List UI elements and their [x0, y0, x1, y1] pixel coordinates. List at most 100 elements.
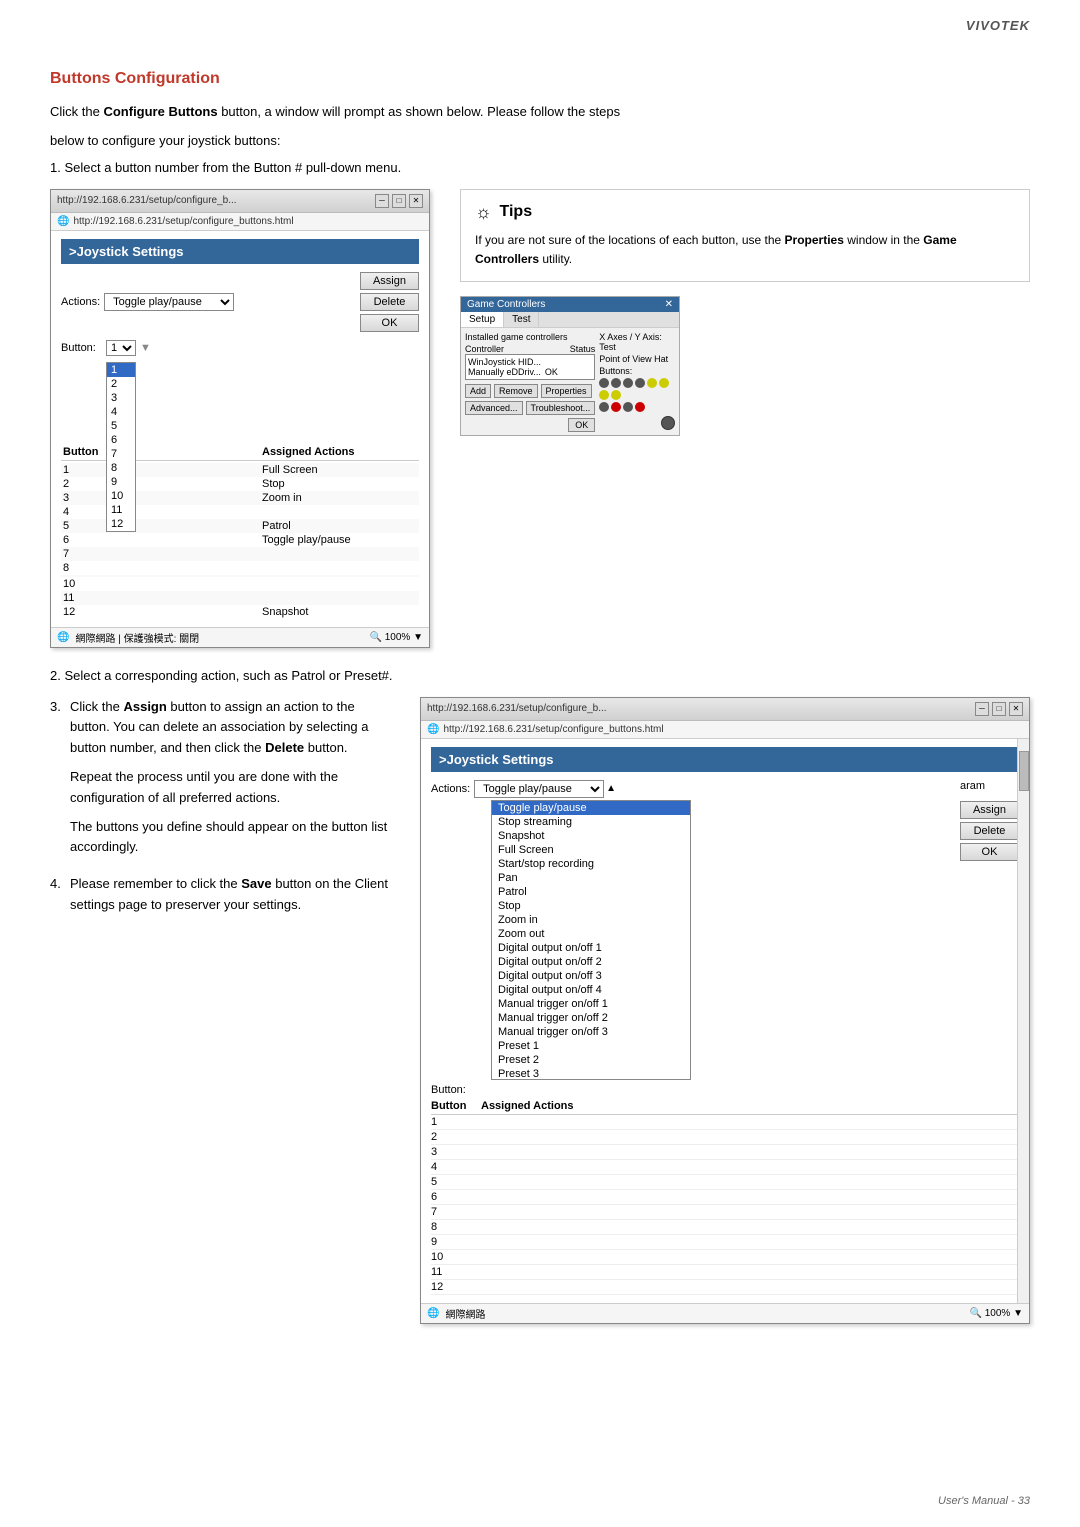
dd-action-7[interactable]: Patrol [492, 885, 690, 899]
browser-maximize-btn-2[interactable]: □ [992, 702, 1006, 716]
dd-action-14[interactable]: Digital output on/off 4 [492, 983, 690, 997]
dd-action-6[interactable]: Pan [492, 871, 690, 885]
browser-controls-1[interactable]: ─ □ ✕ [375, 194, 423, 208]
step4-num: 4. [50, 874, 70, 916]
dd-action-18[interactable]: Preset 1 [492, 1039, 690, 1053]
gc-btn-circle-1 [599, 378, 609, 388]
dd-action-8[interactable]: Stop [492, 899, 690, 913]
th2-button: Button [431, 1100, 481, 1112]
actions-left: Actions: Toggle play/pause ▲ Toggle play… [431, 780, 950, 1080]
step3-content: Click the Assign button to assign an act… [70, 697, 390, 859]
browser-close-btn-2[interactable]: ✕ [1009, 702, 1023, 716]
step3-para3: The buttons you define should appear on … [70, 817, 390, 859]
step3-item: 3. Click the Assign button to assign an … [50, 697, 390, 859]
gc-add-btn[interactable]: Add [465, 384, 491, 398]
table-row-2-9: 9 [431, 1235, 1019, 1250]
dd-action-1[interactable]: Toggle play/pause [492, 801, 690, 815]
dd-item-6[interactable]: 6 [107, 433, 135, 447]
gc-btn-circle-7 [599, 390, 609, 400]
dd-action-20[interactable]: Preset 3 [492, 1067, 690, 1080]
row2-num-4: 4 [431, 1161, 481, 1173]
browser-title-text-2: http://192.168.6.231/setup/configure_b..… [427, 703, 607, 714]
dd-action-13[interactable]: Digital output on/off 3 [492, 969, 690, 983]
gc-btn-circle-4 [635, 378, 645, 388]
step4-item: 4. Please remember to click the Save but… [50, 874, 390, 916]
browser-minimize-btn-2[interactable]: ─ [975, 702, 989, 716]
statusbar-text-1: 網際網路 | 保護強模式: 關閉 [75, 630, 199, 645]
row2-action-2 [481, 1131, 1019, 1143]
actions-dropdown-list[interactable]: Toggle play/pause Stop streaming Snapsho… [491, 800, 691, 1080]
dd-action-19[interactable]: Preset 2 [492, 1053, 690, 1067]
ok-button-1[interactable]: OK [360, 314, 419, 332]
dd-action-11[interactable]: Digital output on/off 1 [492, 941, 690, 955]
dd-item-4[interactable]: 4 [107, 405, 135, 419]
row2-action-8 [481, 1221, 1019, 1233]
row2-action-9 [481, 1236, 1019, 1248]
browser-content-1: >Joystick Settings Actions: Toggle play/… [51, 231, 429, 627]
dd-item-1[interactable]: 1 [107, 363, 135, 377]
scrollbar-2[interactable] [1017, 739, 1029, 1303]
dd-action-10[interactable]: Zoom out [492, 927, 690, 941]
dd-item-5[interactable]: 5 [107, 419, 135, 433]
delete-button-2[interactable]: Delete [960, 822, 1019, 840]
dd-item-7[interactable]: 7 [107, 447, 135, 461]
gc-col-headers: Controller Status [465, 344, 595, 354]
dd-action-3[interactable]: Snapshot [492, 829, 690, 843]
table-row: 8 [61, 561, 419, 575]
statusbar-text-2: 網際網路 [445, 1306, 485, 1321]
gc-more-buttons: Advanced... Troubleshoot... [465, 401, 595, 415]
dd-item-10[interactable]: 10 [107, 489, 135, 503]
dd-item-11[interactable]: 11 [107, 503, 135, 517]
gc-properties-btn[interactable]: Properties [541, 384, 592, 398]
gc-left-panel: Installed game controllers Controller St… [465, 332, 595, 432]
dd-action-12[interactable]: Digital output on/off 2 [492, 955, 690, 969]
gc-troubleshoot-btn[interactable]: Troubleshoot... [526, 401, 596, 415]
dd-item-2[interactable]: 2 [107, 377, 135, 391]
browser-titlebar-1: http://192.168.6.231/setup/configure_b..… [51, 190, 429, 213]
browser-page-icon-2: 🌐 [427, 724, 439, 735]
button-num-select-1[interactable]: 1 [106, 340, 136, 356]
browser-maximize-btn[interactable]: □ [392, 194, 406, 208]
actions-select-2[interactable]: Toggle play/pause [474, 780, 604, 798]
gc-btn-circle-9 [599, 402, 609, 412]
game-controllers-screenshot: Game Controllers ✕ Setup Test Installed … [460, 296, 680, 436]
gc-ok-btn[interactable]: OK [568, 418, 595, 432]
browser-addressbar-2: 🌐 http://192.168.6.231/setup/configure_b… [421, 721, 1029, 739]
footer-page-num: User's Manual - 33 [938, 1495, 1030, 1507]
table-row-2-7: 7 [431, 1205, 1019, 1220]
dd-item-3[interactable]: 3 [107, 391, 135, 405]
dd-action-16[interactable]: Manual trigger on/off 2 [492, 1011, 690, 1025]
actions-label-2: Actions: [431, 783, 470, 795]
section-title: Buttons Configuration [50, 70, 1030, 88]
browser-minimize-btn[interactable]: ─ [375, 194, 389, 208]
gc-btn-circle-3 [623, 378, 633, 388]
dd-item-12[interactable]: 12 [107, 517, 135, 531]
row2-num-8: 8 [431, 1221, 481, 1233]
dd-action-5[interactable]: Start/stop recording [492, 857, 690, 871]
tips-text-1: If you are not sure of the locations of … [475, 233, 785, 247]
scrollbar-thumb-2[interactable] [1019, 751, 1029, 791]
assign-button-1[interactable]: Assign [360, 272, 419, 290]
gc-remove-btn[interactable]: Remove [494, 384, 538, 398]
tips-text-2: window in the [844, 233, 923, 247]
dd-item-9[interactable]: 9 [107, 475, 135, 489]
row-col2 [101, 606, 260, 618]
ok-button-2[interactable]: OK [960, 843, 1019, 861]
dropdown-expand-icon: ▲ [606, 783, 616, 794]
dd-action-17[interactable]: Manual trigger on/off 3 [492, 1025, 690, 1039]
browser-close-btn[interactable]: ✕ [409, 194, 423, 208]
dd-action-4[interactable]: Full Screen [492, 843, 690, 857]
dd-action-2[interactable]: Stop streaming [492, 815, 690, 829]
browser-controls-2[interactable]: ─ □ ✕ [975, 702, 1023, 716]
row2-num-9: 9 [431, 1236, 481, 1248]
actions-select-1[interactable]: Toggle play/pause [104, 293, 234, 311]
dd-item-8[interactable]: 8 [107, 461, 135, 475]
dd-action-9[interactable]: Zoom in [492, 913, 690, 927]
delete-button-1[interactable]: Delete [360, 293, 419, 311]
row2-action-4 [481, 1161, 1019, 1173]
step4-content: Please remember to click the Save button… [70, 874, 390, 916]
gc-advanced-btn[interactable]: Advanced... [465, 401, 523, 415]
dd-action-15[interactable]: Manual trigger on/off 1 [492, 997, 690, 1011]
side-buttons-2: aram Assign Delete OK [960, 780, 1019, 861]
assign-button-2[interactable]: Assign [960, 801, 1019, 819]
